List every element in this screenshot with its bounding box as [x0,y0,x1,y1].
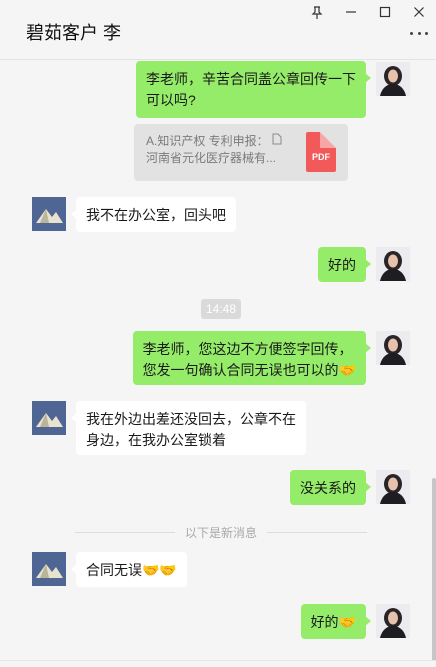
scrollbar[interactable] [432,478,436,663]
input-toolbar [0,660,436,667]
message-bubble-sent[interactable]: 李老师，您这边不方便签字回传， 您发一句确认合同无误也可以的🤝 [132,331,372,385]
message-text: 没关系的 [300,480,356,496]
avatar[interactable] [376,247,410,281]
pdf-icon: PDF [306,132,336,172]
message-text: 您发一句确认合同无误也可以的🤝 [142,362,356,378]
message-text: 李老师，辛苦合同盖公章回传一下 [146,71,356,87]
chat-title: 碧茹客户 李 [26,23,122,43]
avatar[interactable] [376,470,410,504]
message-text: 身边，在我办公室锁着 [86,432,226,448]
message-text: 我不在办公室，回头吧 [86,207,226,223]
avatar[interactable] [32,197,66,231]
message-list[interactable]: 李老师，辛苦合同盖公章回传一下 可以吗? A.知识产权 专利申报： 河南省元化医… [0,61,436,661]
avatar[interactable] [32,401,66,435]
message-bubble-received[interactable]: 合同无误🤝🤝 [71,552,187,587]
message-bubble-received[interactable]: 我在外边出差还没回去，公章不在 身边，在我办公室锁着 [71,401,306,455]
timestamp: 14:48 [201,299,242,319]
message-text: 李老师，您这边不方便签字回传， [142,341,353,357]
minimize-icon[interactable] [334,0,368,24]
message-text: 好的 [328,257,356,273]
avatar[interactable] [32,552,66,586]
file-icon [272,133,282,148]
avatar[interactable] [376,62,410,96]
avatar[interactable] [376,604,410,638]
message-text: 我在外边出差还没回去，公章不在 [86,411,296,427]
close-icon[interactable] [402,0,436,24]
new-messages-divider: 以下是新消息 [75,522,367,542]
message-bubble-sent[interactable]: 好的🤝 [300,604,372,639]
file-name: A.知识产权 专利申报： [146,134,269,148]
divider-line [267,532,367,533]
more-icon[interactable] [410,30,428,36]
file-attachment[interactable]: A.知识产权 专利申报： 河南省元化医疗器械有... PDF [134,124,348,181]
message-text: 好的🤝 [310,614,356,630]
window-controls [300,0,436,24]
message-bubble-sent[interactable]: 没关系的 [290,470,371,505]
message-bubble-sent[interactable]: 李老师，辛苦合同盖公章回传一下 可以吗? [136,61,371,118]
pdf-badge: PDF [312,152,330,162]
message-text: 合同无误🤝🤝 [86,562,177,578]
avatar[interactable] [376,331,410,365]
message-bubble-sent[interactable]: 好的 [318,247,371,282]
message-bubble-received[interactable]: 我不在办公室，回头吧 [71,197,236,232]
maximize-icon[interactable] [368,0,402,24]
message-text: 可以吗? [146,92,196,108]
pin-icon[interactable] [300,0,334,24]
